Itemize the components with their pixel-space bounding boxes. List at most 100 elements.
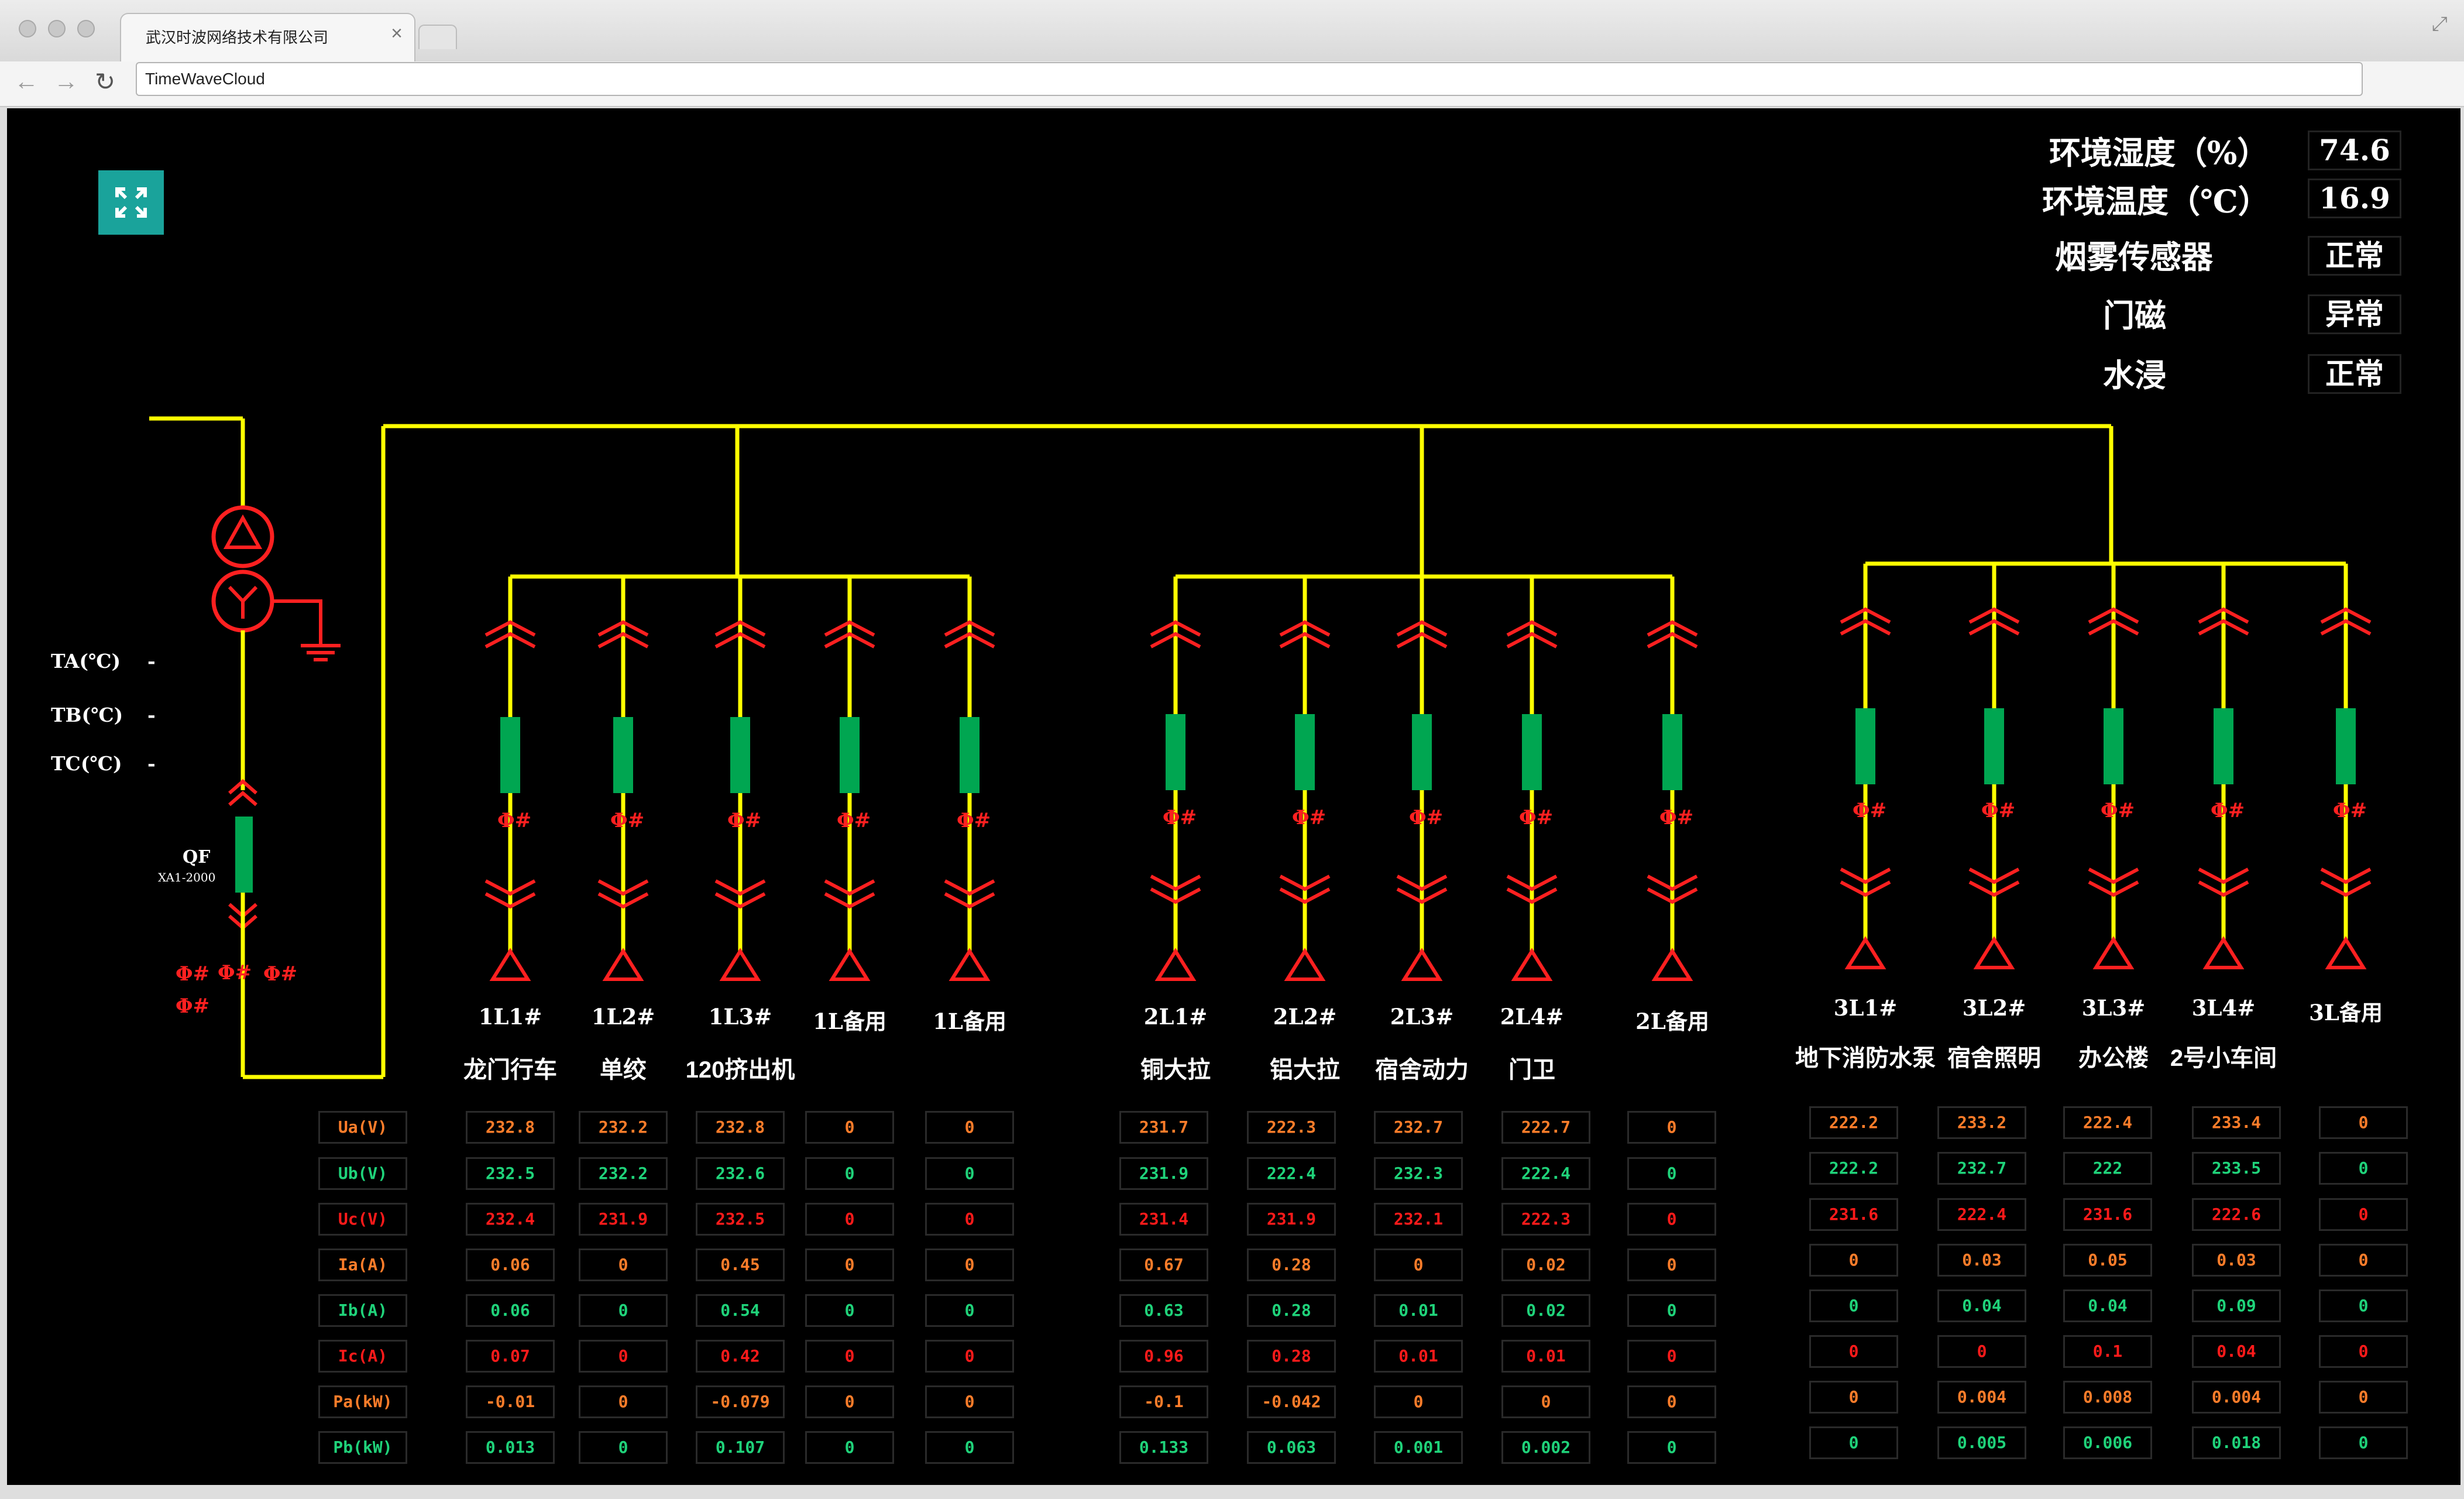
wye-symbol xyxy=(228,585,258,619)
value-cell: 0 xyxy=(1627,1203,1716,1236)
value-cell: 0.06 xyxy=(466,1248,555,1281)
load-triangle-icon xyxy=(2202,936,2245,969)
forward-icon[interactable]: → xyxy=(54,67,78,95)
value-cell: 222.4 xyxy=(2063,1106,2152,1139)
temperature-value: - xyxy=(147,650,156,673)
window-zoom-dot[interactable] xyxy=(77,20,95,37)
tab-title: 武汉时波网络技术有限公司 xyxy=(146,29,329,46)
feeder-code: 3L1# xyxy=(1833,995,1898,1021)
value-cell: 0 xyxy=(1809,1289,1898,1322)
feeder-breaker xyxy=(840,717,860,793)
value-cell: 0.006 xyxy=(2063,1426,2152,1459)
back-icon[interactable]: ← xyxy=(14,67,39,95)
value-cell: 0 xyxy=(1627,1157,1716,1190)
value-cell: 0.04 xyxy=(2192,1335,2281,1368)
value-cell: 0.1 xyxy=(2063,1335,2152,1368)
value-cell: 0.005 xyxy=(1937,1426,2026,1459)
value-cell: 232.8 xyxy=(466,1111,555,1144)
feeder-name: 龙门行车 xyxy=(463,1057,557,1083)
feeder-code: 2L2# xyxy=(1273,1004,1337,1030)
value-cell: 232.8 xyxy=(696,1111,785,1144)
load-triangle-icon xyxy=(489,948,531,981)
value-cell: 232.1 xyxy=(1374,1203,1463,1236)
value-cell: 233.2 xyxy=(1937,1106,2026,1139)
value-cell: 0 xyxy=(805,1111,894,1144)
value-cell: 0.45 xyxy=(696,1248,785,1281)
expand-icon[interactable]: ⤢ xyxy=(2432,13,2448,36)
feeder-breaker xyxy=(1522,714,1542,790)
temperature-label: TC(℃) xyxy=(51,752,122,775)
value-cell: 0.02 xyxy=(1501,1248,1590,1281)
value-cell: 0 xyxy=(925,1111,1014,1144)
value-cell: 0 xyxy=(805,1157,894,1190)
feeder: Φ# xyxy=(1840,564,1891,969)
window-minimize-dot[interactable] xyxy=(48,20,66,37)
feeder-breaker xyxy=(2336,708,2356,784)
tab-close-icon[interactable]: × xyxy=(391,22,403,45)
value-cell: 0.004 xyxy=(1937,1381,2026,1414)
value-cell: 233.4 xyxy=(2192,1106,2281,1139)
value-cell: 222.4 xyxy=(1937,1198,2026,1231)
value-cell: 0 xyxy=(2319,1152,2408,1185)
value-cell: 0 xyxy=(925,1248,1014,1281)
load-triangle-icon xyxy=(1844,936,1886,969)
browser-toolbar: ← → ↻ TimeWaveCloud xyxy=(0,61,2464,107)
load-triangle-icon xyxy=(1154,948,1197,981)
load-triangle-icon xyxy=(2325,936,2367,969)
load-triangle-icon xyxy=(1973,936,2015,969)
window-close-dot[interactable] xyxy=(19,20,36,37)
row-label: Ib(A) xyxy=(318,1294,407,1327)
value-cell: 0.013 xyxy=(466,1431,555,1464)
meter-symbol: Φ# xyxy=(176,994,209,1018)
delta-symbol xyxy=(223,514,263,549)
page-viewport: 环境湿度（%） 74.6 环境温度（℃） 16.9 烟雾传感器 正常 门磁 异常 水浸 正常 Φ#… xyxy=(7,108,2460,1485)
value-cell: 0.001 xyxy=(1374,1431,1463,1464)
value-cell: 0 xyxy=(1501,1385,1590,1418)
meter-symbol: Φ# xyxy=(1163,806,1197,829)
feeder: Φ# xyxy=(2088,564,2139,969)
value-cell: 0 xyxy=(1627,1385,1716,1418)
feeder-name: 门卫 xyxy=(1508,1057,1555,1083)
reload-icon[interactable]: ↻ xyxy=(95,67,115,96)
value-cell: 0.07 xyxy=(466,1340,555,1373)
value-cell: 0 xyxy=(579,1340,668,1373)
value-cell: 0 xyxy=(925,1340,1014,1373)
value-cell: 0 xyxy=(805,1431,894,1464)
value-cell: 0.018 xyxy=(2192,1426,2281,1459)
address-bar[interactable]: TimeWaveCloud xyxy=(136,62,2363,96)
row-label: Ic(A) xyxy=(318,1340,407,1373)
meter-symbol: Φ# xyxy=(2211,799,2245,822)
feeder: Φ# xyxy=(714,577,766,981)
temperature-value: - xyxy=(147,704,156,726)
value-cell: 0 xyxy=(2319,1335,2408,1368)
value-cell: 0 xyxy=(1374,1248,1463,1281)
feeder: Φ# xyxy=(1506,577,1558,981)
meter-symbol: Φ# xyxy=(176,962,209,986)
row-label: Pa(kW) xyxy=(318,1385,407,1418)
meter-symbol: Φ# xyxy=(2333,799,2367,822)
value-cell: 0 xyxy=(2319,1244,2408,1277)
feeder-name: 办公楼 xyxy=(2078,1045,2149,1071)
value-cell: 232.4 xyxy=(466,1203,555,1236)
value-cell: 232.2 xyxy=(579,1157,668,1190)
value-cell: 0 xyxy=(1809,1244,1898,1277)
browser-tab[interactable]: 武汉时波网络技术有限公司 × xyxy=(120,13,415,62)
value-cell: 0.03 xyxy=(2192,1244,2281,1277)
value-cell: 0.008 xyxy=(2063,1381,2152,1414)
feeder: Φ# xyxy=(2320,564,2372,969)
value-cell: 0 xyxy=(579,1294,668,1327)
feeder-breaker xyxy=(2104,708,2123,784)
load-triangle-icon xyxy=(2092,936,2135,969)
value-cell: 0.04 xyxy=(1937,1289,2026,1322)
row-label: Ua(V) xyxy=(318,1111,407,1144)
value-cell: 232.5 xyxy=(696,1203,785,1236)
feeder: Φ# xyxy=(1150,577,1201,981)
value-cell: 222.3 xyxy=(1247,1111,1336,1144)
new-tab-button[interactable] xyxy=(418,25,457,49)
value-cell: 0 xyxy=(1627,1294,1716,1327)
feeder: Φ# xyxy=(1647,577,1698,981)
breaker-model: XA1-2000 xyxy=(158,870,216,884)
temperature-label: TA(℃) xyxy=(51,650,121,673)
feeder-group-3: Φ# Φ# Φ# Φ# Φ# xyxy=(1840,426,2372,969)
feeder-code: 3L备用 xyxy=(2309,1000,2383,1025)
